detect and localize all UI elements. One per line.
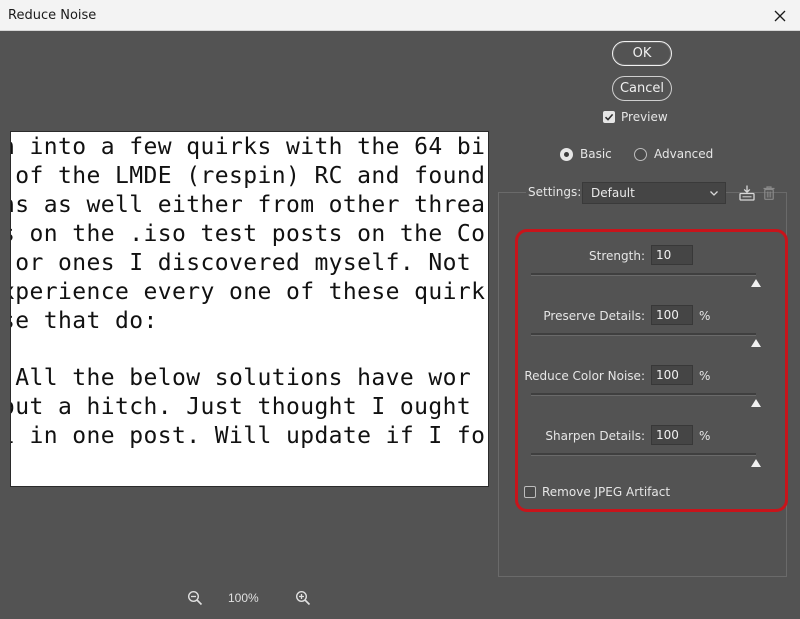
advanced-label: Advanced bbox=[654, 147, 714, 161]
close-button[interactable] bbox=[760, 0, 800, 31]
slider-thumb-icon[interactable] bbox=[750, 458, 762, 468]
reduce-color-noise-input[interactable]: 100 bbox=[651, 365, 693, 385]
delete-settings-button[interactable] bbox=[759, 183, 779, 203]
slider-thumb-icon[interactable] bbox=[750, 398, 762, 408]
preview-text-line: of the LMDE (respin) RC and found bbox=[10, 163, 486, 189]
strength-label: Strength: bbox=[589, 249, 645, 263]
preview-text-line: ns as well either from other threa bbox=[10, 192, 486, 218]
remove-jpeg-artifact-checkbox[interactable]: Remove JPEG Artifact bbox=[524, 485, 670, 499]
preserve-details-label: Preserve Details: bbox=[543, 309, 645, 323]
zoom-in-button[interactable] bbox=[293, 588, 313, 608]
slider-thumb-icon[interactable] bbox=[750, 338, 762, 348]
reduce-color-noise-slider-track[interactable] bbox=[531, 393, 756, 396]
settings-value: Default bbox=[591, 186, 635, 200]
window-title: Reduce Noise bbox=[8, 8, 97, 23]
title-bar: Reduce Noise bbox=[0, 0, 800, 31]
zoom-out-icon bbox=[187, 590, 203, 606]
slider-thumb-icon[interactable] bbox=[750, 278, 762, 288]
cancel-button[interactable]: Cancel bbox=[612, 76, 672, 101]
preview-checkbox[interactable]: Preview bbox=[603, 110, 668, 124]
strength-input[interactable]: 10 bbox=[651, 245, 693, 265]
preview-text-line: n into a few quirks with the 64 bi bbox=[10, 134, 486, 160]
zoom-out-button[interactable] bbox=[185, 588, 205, 608]
strength-slider-track[interactable] bbox=[531, 273, 756, 276]
save-settings-button[interactable] bbox=[737, 183, 757, 203]
preserve-details-unit: % bbox=[699, 309, 711, 323]
close-icon bbox=[774, 10, 786, 21]
reduce-color-noise-label: Reduce Color Noise: bbox=[524, 369, 645, 383]
zoom-level: 100% bbox=[228, 591, 259, 605]
reduce-color-noise-unit: % bbox=[699, 369, 711, 383]
preserve-details-slider-track[interactable] bbox=[531, 333, 756, 336]
settings-label: Settings: bbox=[526, 185, 584, 199]
sharpen-details-unit: % bbox=[699, 429, 711, 443]
radio-selected-icon bbox=[560, 147, 573, 161]
checkbox-unchecked-icon bbox=[524, 486, 536, 498]
save-preset-icon bbox=[739, 185, 755, 201]
preview-text-line: s on the .iso test posts on the Co bbox=[10, 221, 486, 247]
preview-text-line: All the below solutions have wor bbox=[10, 365, 472, 391]
settings-dropdown[interactable]: Default bbox=[582, 182, 726, 204]
preview-text-line: xperience every one of these quirk bbox=[10, 279, 486, 305]
sharpen-details-input[interactable]: 100 bbox=[651, 425, 693, 445]
preserve-details-input[interactable]: 100 bbox=[651, 305, 693, 325]
checkbox-checked-icon bbox=[603, 111, 615, 123]
basic-label: Basic bbox=[580, 147, 612, 161]
remove-jpeg-artifact-label: Remove JPEG Artifact bbox=[542, 485, 671, 499]
preview-text-line: se that do: bbox=[10, 308, 158, 334]
ok-button[interactable]: OK bbox=[612, 41, 672, 66]
preview-image[interactable]: n into a few quirks with the 64 bi of th… bbox=[10, 131, 489, 487]
radio-unselected-icon bbox=[634, 147, 647, 161]
preview-text-line: out a hitch. Just thought I ought bbox=[10, 394, 472, 420]
advanced-radio[interactable]: Advanced bbox=[634, 147, 713, 161]
preview-text-line: or ones I discovered myself. Not bbox=[10, 250, 472, 276]
chevron-down-icon bbox=[710, 191, 718, 196]
zoom-in-icon bbox=[295, 590, 311, 606]
zoom-controls: 100% bbox=[185, 588, 315, 608]
sharpen-details-label: Sharpen Details: bbox=[545, 429, 645, 443]
preview-label: Preview bbox=[621, 110, 668, 124]
preview-text-line: l in one post. Will update if I fo bbox=[10, 423, 486, 449]
trash-icon bbox=[763, 186, 775, 200]
sharpen-details-slider-track[interactable] bbox=[531, 453, 756, 456]
basic-radio[interactable]: Basic bbox=[560, 147, 612, 161]
